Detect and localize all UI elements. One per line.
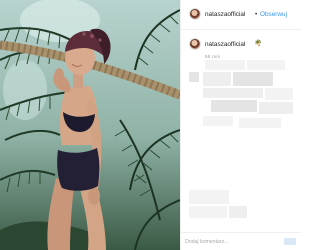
- caption-avatar[interactable]: [189, 38, 201, 50]
- redacted-comment-block: [229, 206, 247, 218]
- follow-button[interactable]: Obserwuj: [260, 11, 287, 18]
- sky-highlight: [3, 60, 47, 120]
- redacted-comment-block: [205, 60, 245, 70]
- comment-bar: [181, 232, 301, 250]
- user-avatar[interactable]: [189, 8, 201, 20]
- redacted-comment-block: [189, 190, 229, 204]
- redacted-comment-block: [259, 102, 293, 114]
- comment-input[interactable]: [185, 237, 281, 247]
- redacted-comment-block: [189, 206, 227, 218]
- redacted-comment-block: [239, 118, 281, 128]
- redacted-comment-block: [203, 116, 233, 126]
- redacted-avatar-block: [189, 72, 199, 82]
- post-photo[interactable]: [0, 0, 180, 250]
- post-comment-button[interactable]: [284, 238, 296, 245]
- redacted-comment-block: [203, 88, 263, 98]
- redacted-comment-block: [203, 72, 231, 86]
- palm-tree-icon: 🌴: [254, 40, 263, 47]
- photo-illustration: [0, 0, 180, 250]
- redacted-comment-block: [247, 60, 285, 70]
- post-panel: nataszaofficial • Obserwuj nataszaoffici…: [180, 0, 301, 250]
- caption-username[interactable]: nataszaofficial: [205, 41, 245, 48]
- post-header: nataszaofficial • Obserwuj: [181, 0, 301, 30]
- redacted-comment-block: [211, 100, 257, 112]
- post-timestamp: 58 min: [205, 54, 221, 59]
- redacted-comment-block: [233, 72, 273, 86]
- redacted-comment-block: [265, 88, 293, 100]
- header-username[interactable]: nataszaofficial: [205, 11, 245, 18]
- header-separator: •: [255, 11, 258, 18]
